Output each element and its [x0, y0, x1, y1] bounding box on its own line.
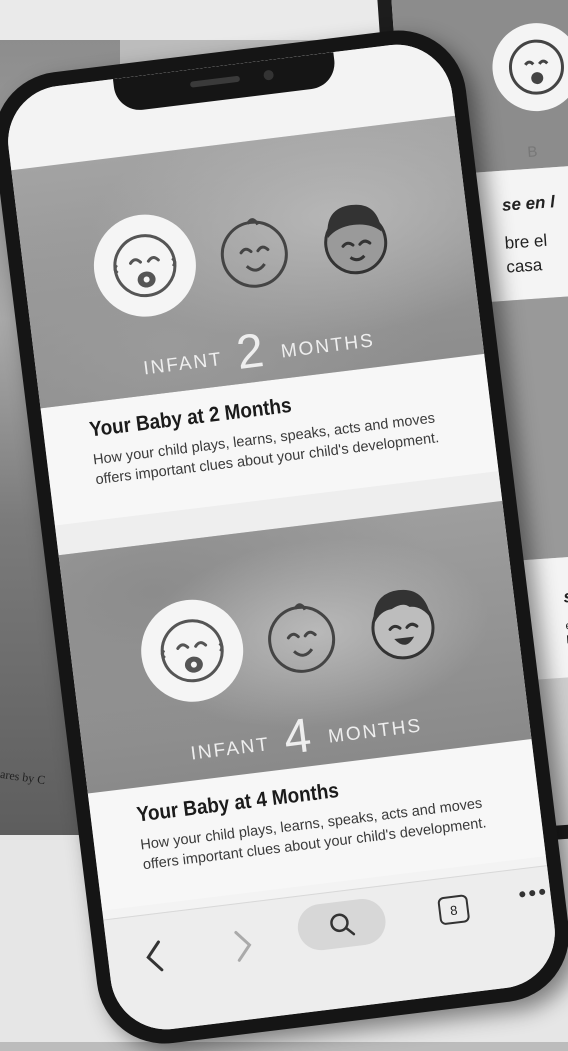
toddler-curly-hair-icon	[307, 192, 403, 288]
chevron-right-icon	[229, 924, 258, 967]
infant-pacifier-icon	[135, 594, 249, 708]
more-dots-icon	[517, 886, 548, 900]
more-button[interactable]	[517, 886, 548, 900]
milestone-card-2-months[interactable]: INFANT 2 MONTHS Your Baby at 2 Months Ho…	[11, 116, 498, 526]
age-unit: MONTHS	[327, 715, 423, 747]
search-icon	[326, 909, 357, 940]
infant-prefix: INFANT	[190, 734, 271, 764]
back-title-fragment-2: se	[563, 586, 568, 607]
toddler-laughing-icon	[355, 577, 451, 673]
age-number: 2	[234, 324, 269, 380]
speaker-grille	[190, 76, 240, 88]
back-button[interactable]	[140, 935, 169, 978]
age-icons	[135, 567, 467, 707]
infant-pacifier-icon	[88, 209, 202, 323]
back-text-fragment-1: bre el	[504, 231, 548, 254]
chevron-left-icon	[140, 935, 169, 978]
milestone-card-4-months[interactable]: INFANT 4 MONTHS Your Baby at 4 Months Ho…	[59, 501, 546, 911]
tab-count-badge: 8	[437, 894, 470, 925]
forward-button[interactable]	[229, 924, 258, 967]
baby-smile-icon	[253, 589, 349, 685]
age-unit: MONTHS	[280, 330, 376, 362]
back-text-fragment-2: casa	[506, 255, 543, 277]
content-feed[interactable]: INFANT 2 MONTHS Your Baby at 2 Months Ho…	[2, 38, 546, 910]
baby-smile-icon	[206, 204, 302, 300]
age-number: 4	[281, 709, 316, 765]
search-button[interactable]	[295, 896, 388, 952]
front-camera	[263, 70, 274, 81]
age-icons	[88, 182, 420, 322]
phone-screen: INFANT 2 MONTHS Your Baby at 2 Months Ho…	[2, 38, 561, 1035]
tabs-button[interactable]: 8	[437, 894, 470, 925]
infant-prefix: INFANT	[142, 349, 223, 379]
back-heading-fragment: B	[527, 143, 538, 161]
back-title-fragment: se en l	[501, 192, 555, 216]
